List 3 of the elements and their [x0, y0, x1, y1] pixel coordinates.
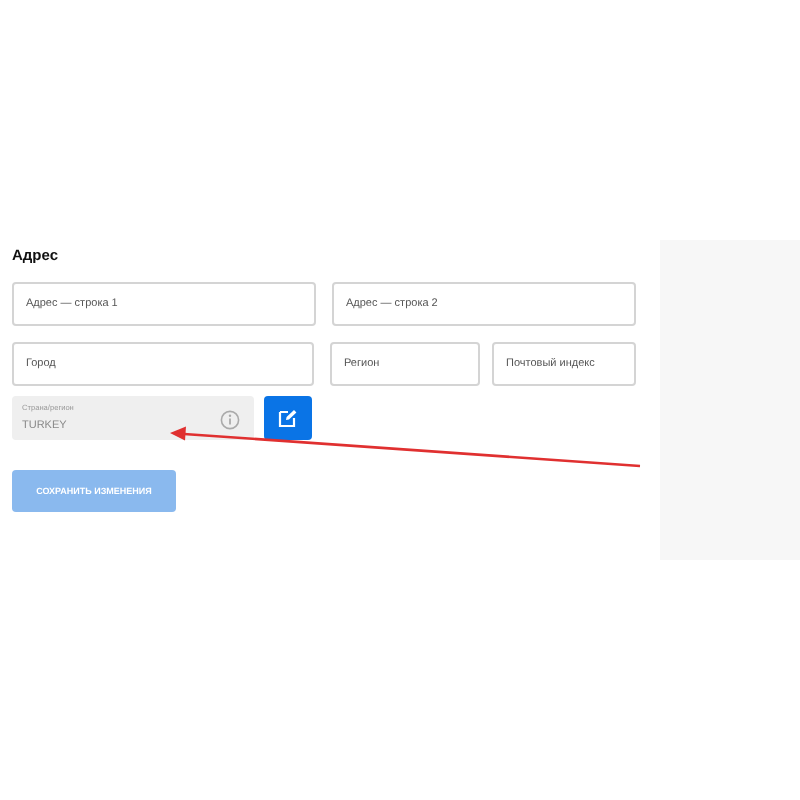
edit-icon	[278, 408, 298, 428]
info-icon	[220, 410, 240, 430]
edit-button[interactable]	[264, 396, 312, 440]
